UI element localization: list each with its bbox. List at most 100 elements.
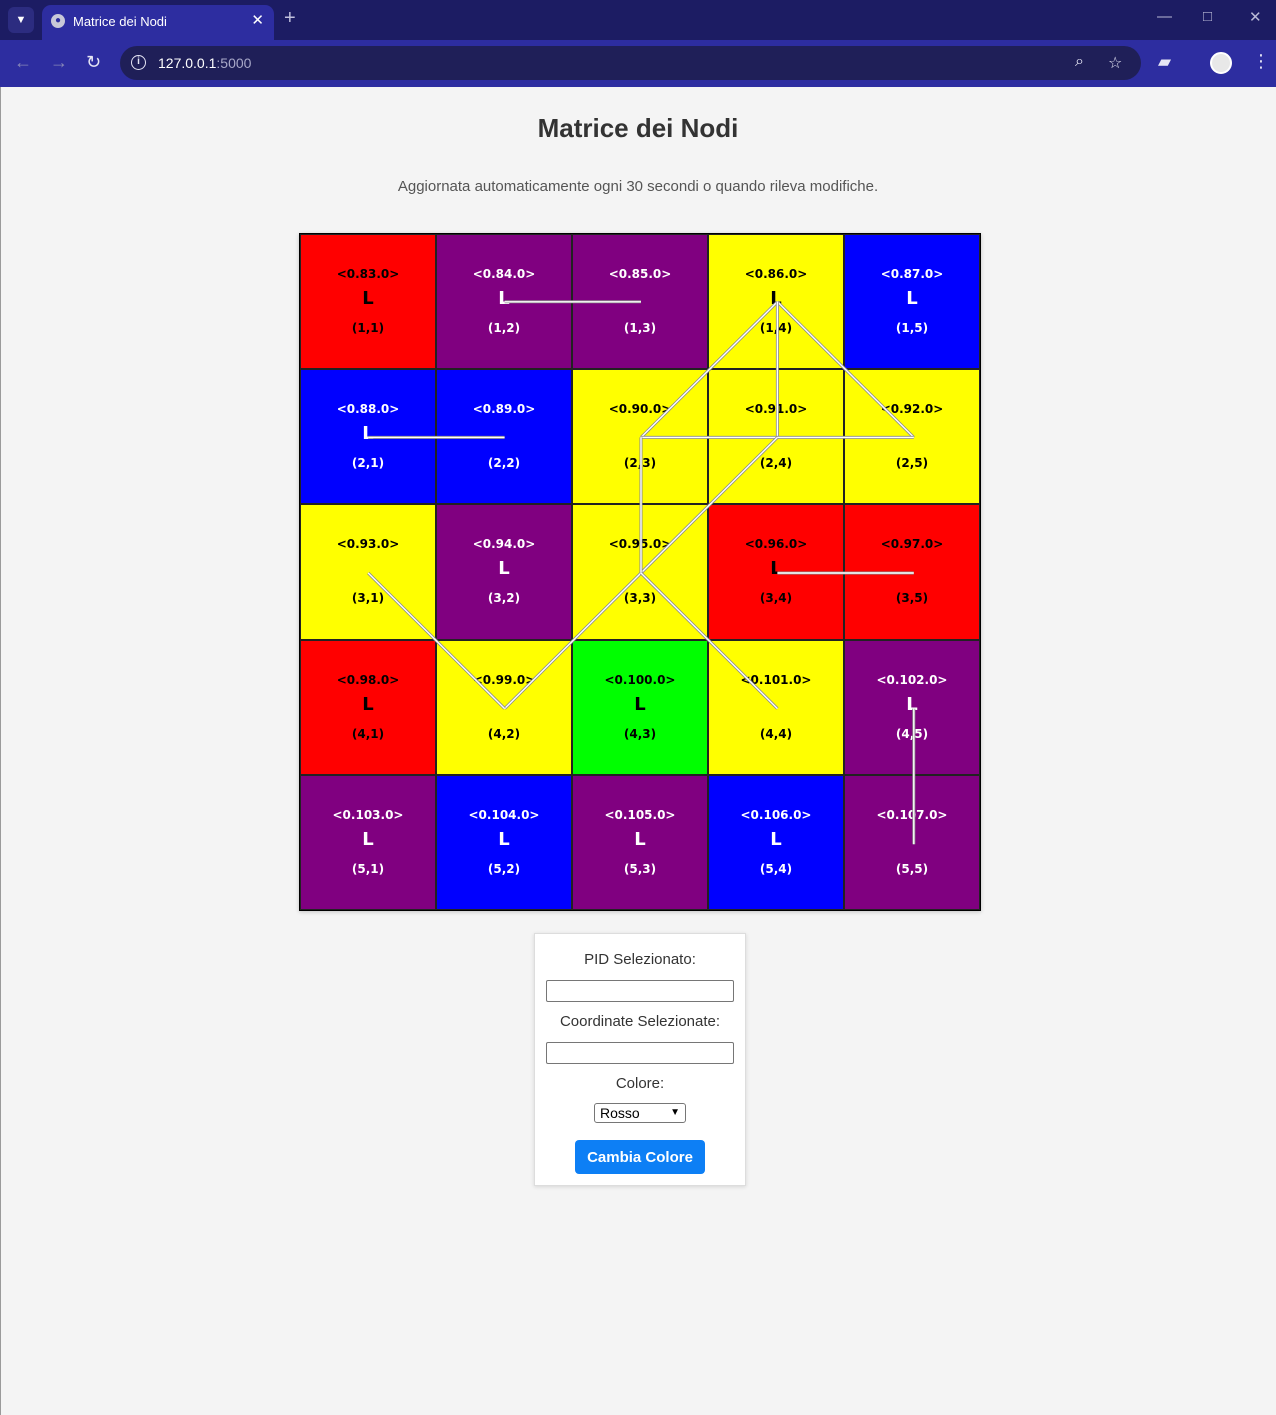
- node-cell[interactable]: <0.98.0> L (4,1): [300, 639, 436, 775]
- node-cell[interactable]: <0.105.0> L (5,3): [572, 774, 708, 910]
- minimize-icon[interactable]: —: [1157, 8, 1172, 25]
- page-subtitle: Aggiornata automaticamente ogni 30 secon…: [397, 178, 879, 195]
- close-icon[interactable]: ✕: [251, 11, 264, 29]
- node-pid: <0.104.0>: [468, 807, 540, 822]
- menu-dots-icon[interactable]: ⋮: [1252, 51, 1270, 72]
- node-cell[interactable]: <0.107.0> (5,5): [844, 774, 980, 910]
- node-cell[interactable]: <0.106.0> L (5,4): [708, 774, 844, 910]
- node-pid: <0.102.0>: [876, 672, 948, 687]
- node-cell[interactable]: <0.86.0> L (1,4): [708, 234, 844, 370]
- selection-panel: PID Selezionato: Coordinate Selezionate:…: [534, 933, 746, 1186]
- node-pid: <0.87.0>: [880, 267, 944, 281]
- node-cell[interactable]: <0.99.0> (4,2): [436, 639, 572, 775]
- maximize-icon[interactable]: □: [1203, 8, 1212, 25]
- node-pid: <0.95.0>: [608, 537, 672, 552]
- node-matrix: <0.83.0> L (1,1) <0.84.0> L (1,2) <0.85.0> (1,3…: [299, 233, 981, 911]
- chevron-down-icon: ▼: [15, 14, 27, 26]
- node-cell[interactable]: <0.88.0> L (2,1): [300, 369, 436, 505]
- node-leader-label: L: [634, 693, 646, 715]
- color-select[interactable]: Rosso ▼: [594, 1103, 686, 1123]
- node-coordinates: (1,5): [895, 321, 929, 335]
- url-host: 127.0.0.1: [158, 55, 217, 71]
- pid-field[interactable]: [546, 980, 734, 1002]
- node-pid: <0.103.0>: [332, 807, 404, 822]
- node-leader-label: L: [498, 828, 510, 850]
- node-cell[interactable]: <0.85.0> (1,3): [572, 234, 708, 370]
- node-leader-label: L: [362, 828, 374, 850]
- browser-chrome: ▼ ● Matrice dei Nodi ✕ + — □ ✕ ← → ↻ i 1…: [0, 0, 1276, 87]
- node-coordinates: (3,2): [487, 591, 521, 606]
- node-cell[interactable]: <0.83.0> L (1,1): [300, 234, 436, 370]
- window-close-icon[interactable]: ✕: [1249, 8, 1262, 26]
- node-pid: <0.107.0>: [876, 807, 948, 822]
- node-cell[interactable]: <0.102.0> L (4,5): [844, 639, 980, 775]
- node-pid: <0.88.0>: [336, 402, 400, 417]
- node-cell[interactable]: <0.89.0> (2,2): [436, 369, 572, 505]
- chevron-down-icon: ▼: [670, 1107, 680, 1118]
- node-pid: <0.97.0>: [880, 537, 944, 552]
- node-coordinates: (2,4): [759, 456, 793, 471]
- node-cell[interactable]: <0.91.0> (2,4): [708, 369, 844, 505]
- node-coordinates: (1,4): [759, 321, 793, 335]
- node-pid: <0.89.0>: [472, 402, 536, 417]
- node-pid: <0.90.0>: [608, 402, 672, 417]
- node-pid: <0.93.0>: [336, 537, 400, 552]
- node-pid: <0.99.0>: [472, 672, 536, 687]
- browser-tab[interactable]: ● Matrice dei Nodi ✕: [42, 5, 274, 40]
- node-cell[interactable]: <0.101.0> (4,4): [708, 639, 844, 775]
- page-title: Matrice dei Nodi: [537, 113, 739, 143]
- node-coordinates: (4,4): [759, 726, 793, 741]
- new-tab-icon[interactable]: +: [284, 7, 296, 30]
- node-coordinates: (4,5): [895, 726, 929, 741]
- node-cell[interactable]: <0.100.0> L (4,3): [572, 639, 708, 775]
- node-coordinates: (1,1): [351, 321, 385, 335]
- node-pid: <0.91.0>: [744, 402, 808, 417]
- node-cell[interactable]: <0.97.0> (3,5): [844, 504, 980, 640]
- node-coordinates: (3,3): [623, 591, 657, 606]
- bookmark-star-icon[interactable]: ☆: [1108, 53, 1122, 73]
- node-cell[interactable]: <0.93.0> (3,1): [300, 504, 436, 640]
- node-leader-label: L: [362, 288, 374, 309]
- node-cell[interactable]: <0.104.0> L (5,2): [436, 774, 572, 910]
- node-cell[interactable]: <0.87.0> L (1,5): [844, 234, 980, 370]
- color-select-value: Rosso: [600, 1105, 640, 1121]
- color-label: Colore:: [615, 1075, 665, 1092]
- node-coordinates: (3,1): [351, 591, 385, 606]
- zoom-icon[interactable]: ⌕: [1075, 53, 1084, 71]
- address-bar[interactable]: i 127.0.0.1:5000 ⌕ ☆: [120, 46, 1141, 80]
- tab-title: Matrice dei Nodi: [73, 14, 167, 29]
- back-icon[interactable]: ←: [14, 52, 32, 73]
- reload-icon[interactable]: ↻: [86, 52, 101, 73]
- node-coordinates: (4,3): [623, 726, 657, 741]
- node-pid: <0.83.0>: [336, 267, 400, 281]
- node-leader-label: L: [906, 288, 918, 309]
- node-cell[interactable]: <0.96.0> L (3,4): [708, 504, 844, 640]
- node-cell[interactable]: <0.103.0> L (5,1): [300, 774, 436, 910]
- forward-icon[interactable]: →: [50, 52, 68, 73]
- node-coordinates: (2,3): [623, 456, 657, 471]
- pid-label: PID Selezionato:: [584, 951, 696, 968]
- site-info-icon[interactable]: i: [131, 55, 146, 70]
- profile-avatar[interactable]: [1210, 52, 1232, 74]
- url-port: :5000: [216, 55, 252, 71]
- node-cell[interactable]: <0.90.0> (2,3): [572, 369, 708, 505]
- browser-toolbar: ← → ↻ i 127.0.0.1:5000 ⌕ ☆ ▰ ⋮: [0, 40, 1276, 87]
- tab-search-button[interactable]: ▼: [8, 7, 34, 33]
- node-coordinates: (4,2): [487, 726, 521, 741]
- node-pid: <0.96.0>: [744, 537, 808, 552]
- change-color-button[interactable]: Cambia Colore: [575, 1140, 705, 1174]
- node-pid: <0.85.0>: [608, 267, 672, 281]
- node-coordinates: (3,5): [895, 591, 929, 606]
- node-pid: <0.94.0>: [472, 537, 536, 552]
- node-pid: <0.84.0>: [472, 267, 536, 281]
- extensions-icon[interactable]: ▰: [1158, 52, 1171, 72]
- node-pid: <0.92.0>: [880, 402, 944, 417]
- node-cell[interactable]: <0.92.0> (2,5): [844, 369, 980, 505]
- node-cell[interactable]: <0.94.0> L (3,2): [436, 504, 572, 640]
- node-cell[interactable]: <0.84.0> L (1,2): [436, 234, 572, 370]
- node-coordinates: (5,2): [487, 861, 521, 876]
- coord-field[interactable]: [546, 1042, 734, 1064]
- node-coordinates: (3,4): [759, 591, 793, 606]
- node-coordinates: (1,3): [623, 321, 657, 335]
- node-cell[interactable]: <0.95.0> (3,3): [572, 504, 708, 640]
